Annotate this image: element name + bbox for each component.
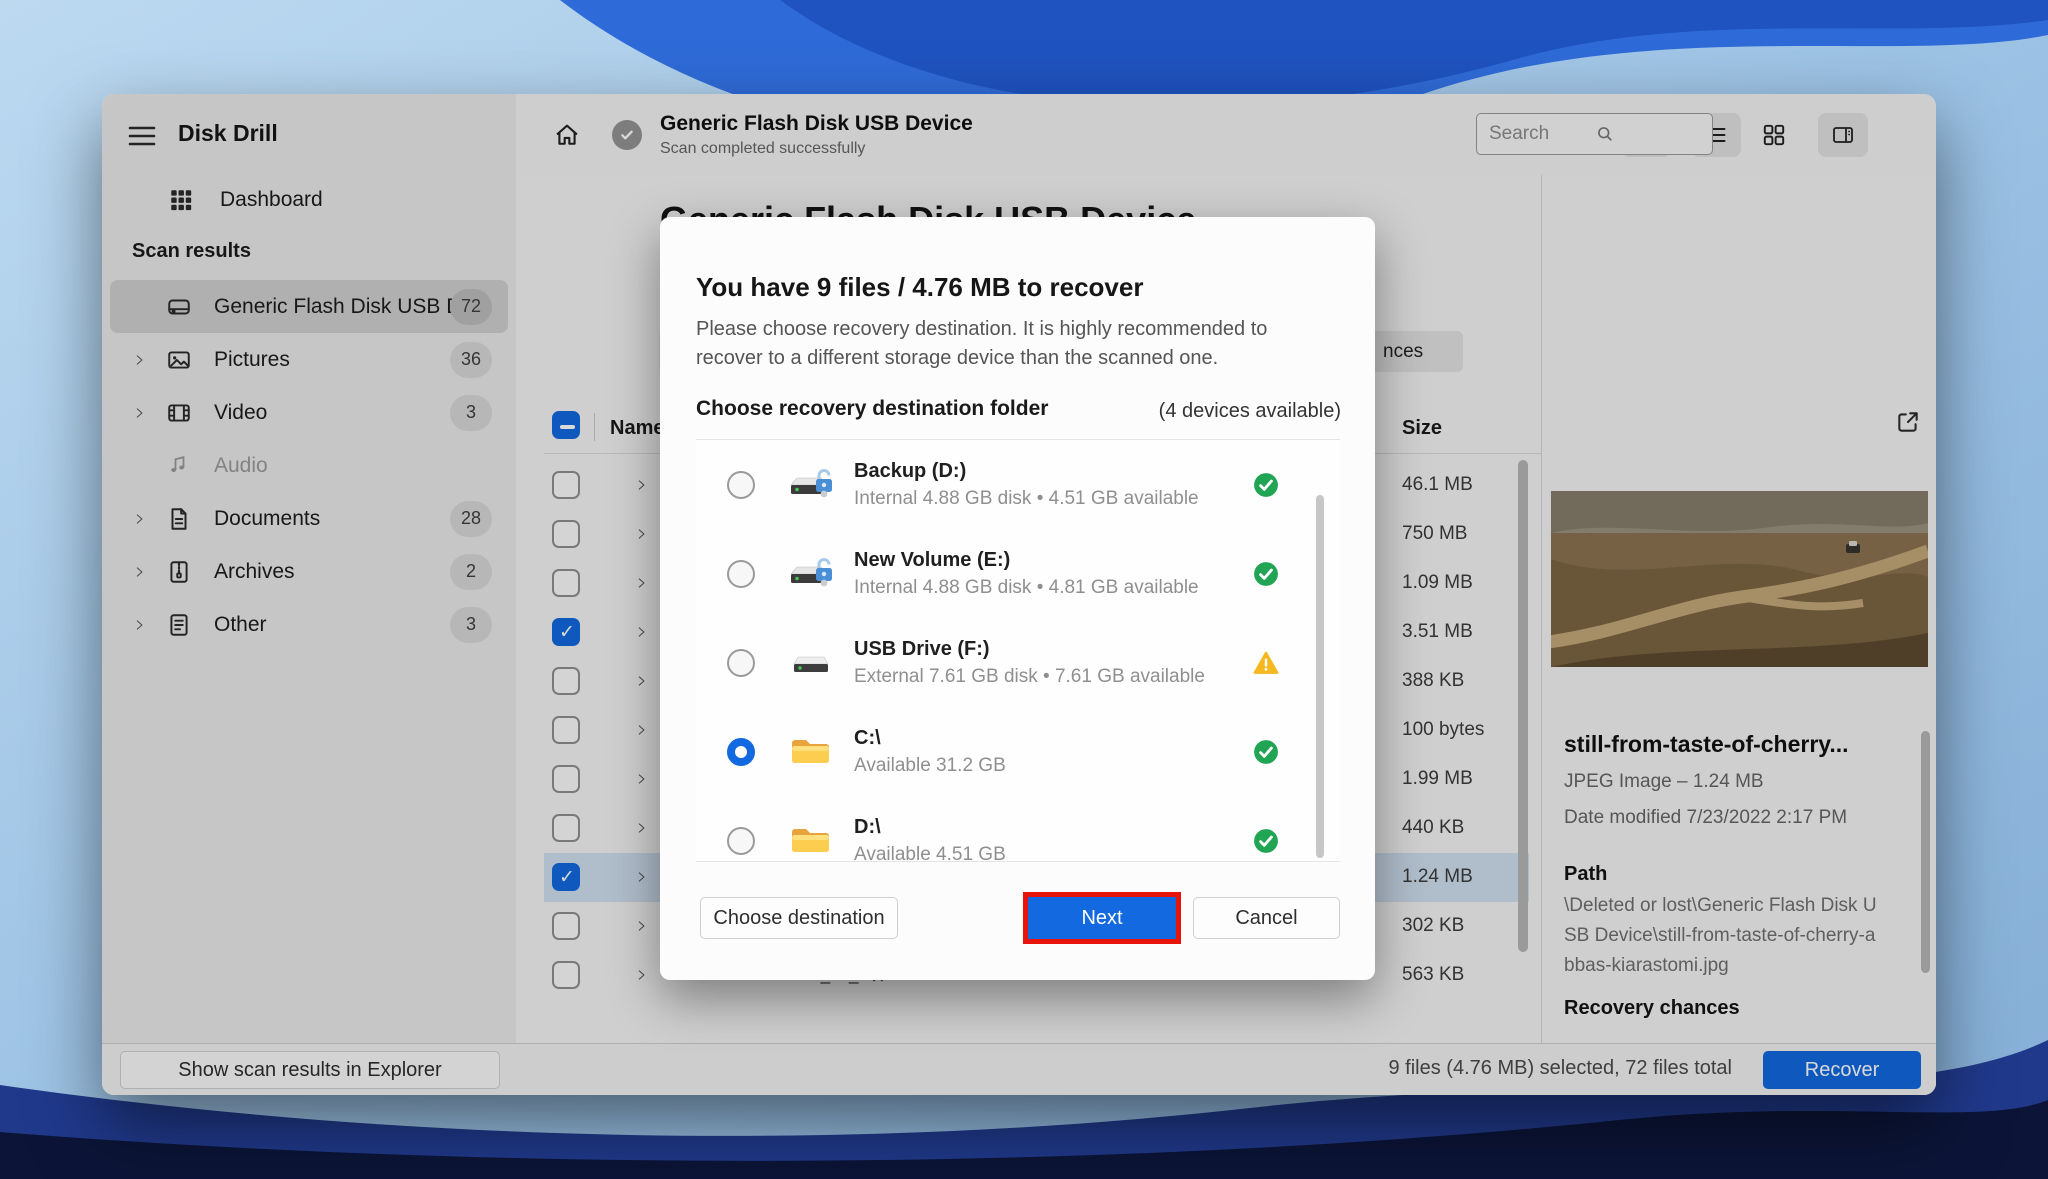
- dialog-description: Please choose recovery destination. It i…: [696, 315, 1306, 373]
- external-drive-icon: [788, 642, 834, 682]
- device-radio[interactable]: [727, 560, 755, 588]
- desktop: Disk Drill Dashboard Scan results Generi…: [0, 0, 2048, 1179]
- destination-device-row[interactable]: C:\ Available 31.2 GB: [696, 707, 1340, 796]
- device-details: Available 4.51 GB: [854, 844, 1006, 862]
- internal-drive-bitlocker-icon: [788, 553, 834, 593]
- device-name: C:\: [854, 727, 881, 750]
- status-ok-icon: [1253, 472, 1279, 498]
- cancel-button[interactable]: Cancel: [1193, 897, 1340, 939]
- device-radio[interactable]: [727, 738, 755, 766]
- status-warning-icon: [1253, 650, 1279, 676]
- destination-device-row[interactable]: USB Drive (F:) External 7.61 GB disk • 7…: [696, 618, 1340, 707]
- next-button[interactable]: Next: [1028, 897, 1176, 939]
- choose-destination-heading: Choose recovery destination folder: [696, 397, 1048, 421]
- device-details: External 7.61 GB disk • 7.61 GB availabl…: [854, 666, 1205, 688]
- internal-drive-bitlocker-icon: [788, 464, 834, 504]
- choose-destination-button[interactable]: Choose destination: [700, 897, 898, 939]
- dialog-title: You have 9 files / 4.76 MB to recover: [696, 272, 1143, 303]
- recovery-destination-dialog: You have 9 files / 4.76 MB to recover Pl…: [660, 217, 1375, 980]
- device-radio[interactable]: [727, 649, 755, 677]
- destination-device-row[interactable]: New Volume (E:) Internal 4.88 GB disk • …: [696, 529, 1340, 618]
- folder-icon: [788, 731, 834, 771]
- devices-available-count: (4 devices available): [1159, 400, 1341, 423]
- destination-device-list: Backup (D:) Internal 4.88 GB disk • 4.51…: [696, 439, 1340, 862]
- folder-icon: [788, 820, 834, 860]
- destination-device-row[interactable]: Backup (D:) Internal 4.88 GB disk • 4.51…: [696, 440, 1340, 529]
- destination-device-row[interactable]: D:\ Available 4.51 GB: [696, 796, 1340, 862]
- device-radio[interactable]: [727, 827, 755, 855]
- device-name: D:\: [854, 816, 881, 839]
- status-ok-icon: [1253, 828, 1279, 854]
- disk-drill-window: Disk Drill Dashboard Scan results Generi…: [102, 94, 1936, 1095]
- device-name: Backup (D:): [854, 460, 966, 483]
- device-details: Internal 4.88 GB disk • 4.51 GB availabl…: [854, 488, 1199, 510]
- status-ok-icon: [1253, 739, 1279, 765]
- device-name: USB Drive (F:): [854, 638, 990, 661]
- device-details: Internal 4.88 GB disk • 4.81 GB availabl…: [854, 577, 1199, 599]
- next-button-highlight-annotation: Next: [1023, 892, 1181, 944]
- status-ok-icon: [1253, 561, 1279, 587]
- device-name: New Volume (E:): [854, 549, 1010, 572]
- device-radio[interactable]: [727, 471, 755, 499]
- device-list-scrollbar[interactable]: [1316, 495, 1324, 858]
- device-details: Available 31.2 GB: [854, 755, 1006, 777]
